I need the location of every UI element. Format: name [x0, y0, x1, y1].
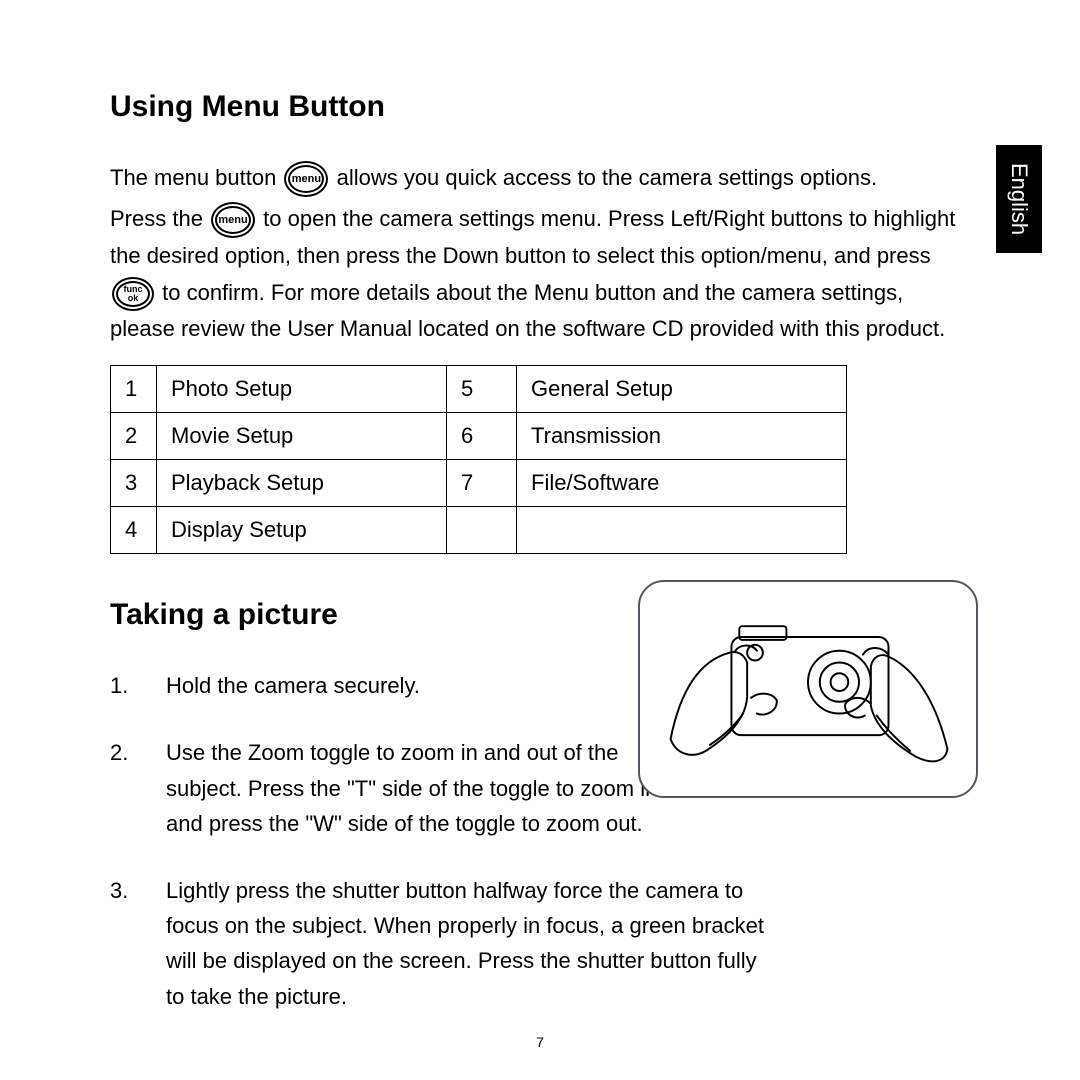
- text: The menu button: [110, 165, 282, 190]
- cell: 7: [447, 460, 517, 507]
- list-item: 3. Lightly press the shutter button half…: [110, 873, 970, 1014]
- cell: 3: [111, 460, 157, 507]
- table-row: 1 Photo Setup 5 General Setup: [111, 366, 847, 413]
- step-number: 3.: [110, 873, 166, 1014]
- table-row: 3 Playback Setup 7 File/Software: [111, 460, 847, 507]
- cell: 5: [447, 366, 517, 413]
- step-text: Use the Zoom toggle to zoom in and out o…: [166, 735, 696, 841]
- heading-using-menu-button: Using Menu Button: [110, 90, 970, 124]
- cell: Transmission: [517, 413, 847, 460]
- cell: 4: [111, 507, 157, 554]
- page-number: 7: [0, 1034, 1080, 1050]
- camera-hold-illustration: [638, 580, 978, 798]
- table-row: 4 Display Setup: [111, 507, 847, 554]
- text: Press the: [110, 206, 209, 231]
- cell: Photo Setup: [157, 366, 447, 413]
- cell: Playback Setup: [157, 460, 447, 507]
- cell: File/Software: [517, 460, 847, 507]
- menu-options-table: 1 Photo Setup 5 General Setup 2 Movie Se…: [110, 365, 847, 554]
- cell: Display Setup: [157, 507, 447, 554]
- cell: [517, 507, 847, 554]
- func-ok-button-icon: funcok: [112, 277, 154, 311]
- step-number: 1.: [110, 668, 166, 703]
- language-tab: English: [996, 145, 1042, 253]
- cell: 6: [447, 413, 517, 460]
- step-number: 2.: [110, 735, 166, 841]
- cell: [447, 507, 517, 554]
- cell: 2: [111, 413, 157, 460]
- cell: General Setup: [517, 366, 847, 413]
- text: to confirm. For more details about the M…: [110, 280, 945, 341]
- cell: Movie Setup: [157, 413, 447, 460]
- text: allows you quick access to the camera se…: [337, 165, 878, 190]
- step-text: Lightly press the shutter button halfway…: [166, 873, 776, 1014]
- table-row: 2 Movie Setup 6 Transmission: [111, 413, 847, 460]
- menu-button-icon: menu: [211, 202, 255, 238]
- cell: 1: [111, 366, 157, 413]
- menu-button-detail: Press the menu to open the camera settin…: [110, 201, 970, 347]
- menu-button-icon: menu: [284, 161, 328, 197]
- menu-button-intro: The menu button menu allows you quick ac…: [110, 160, 970, 197]
